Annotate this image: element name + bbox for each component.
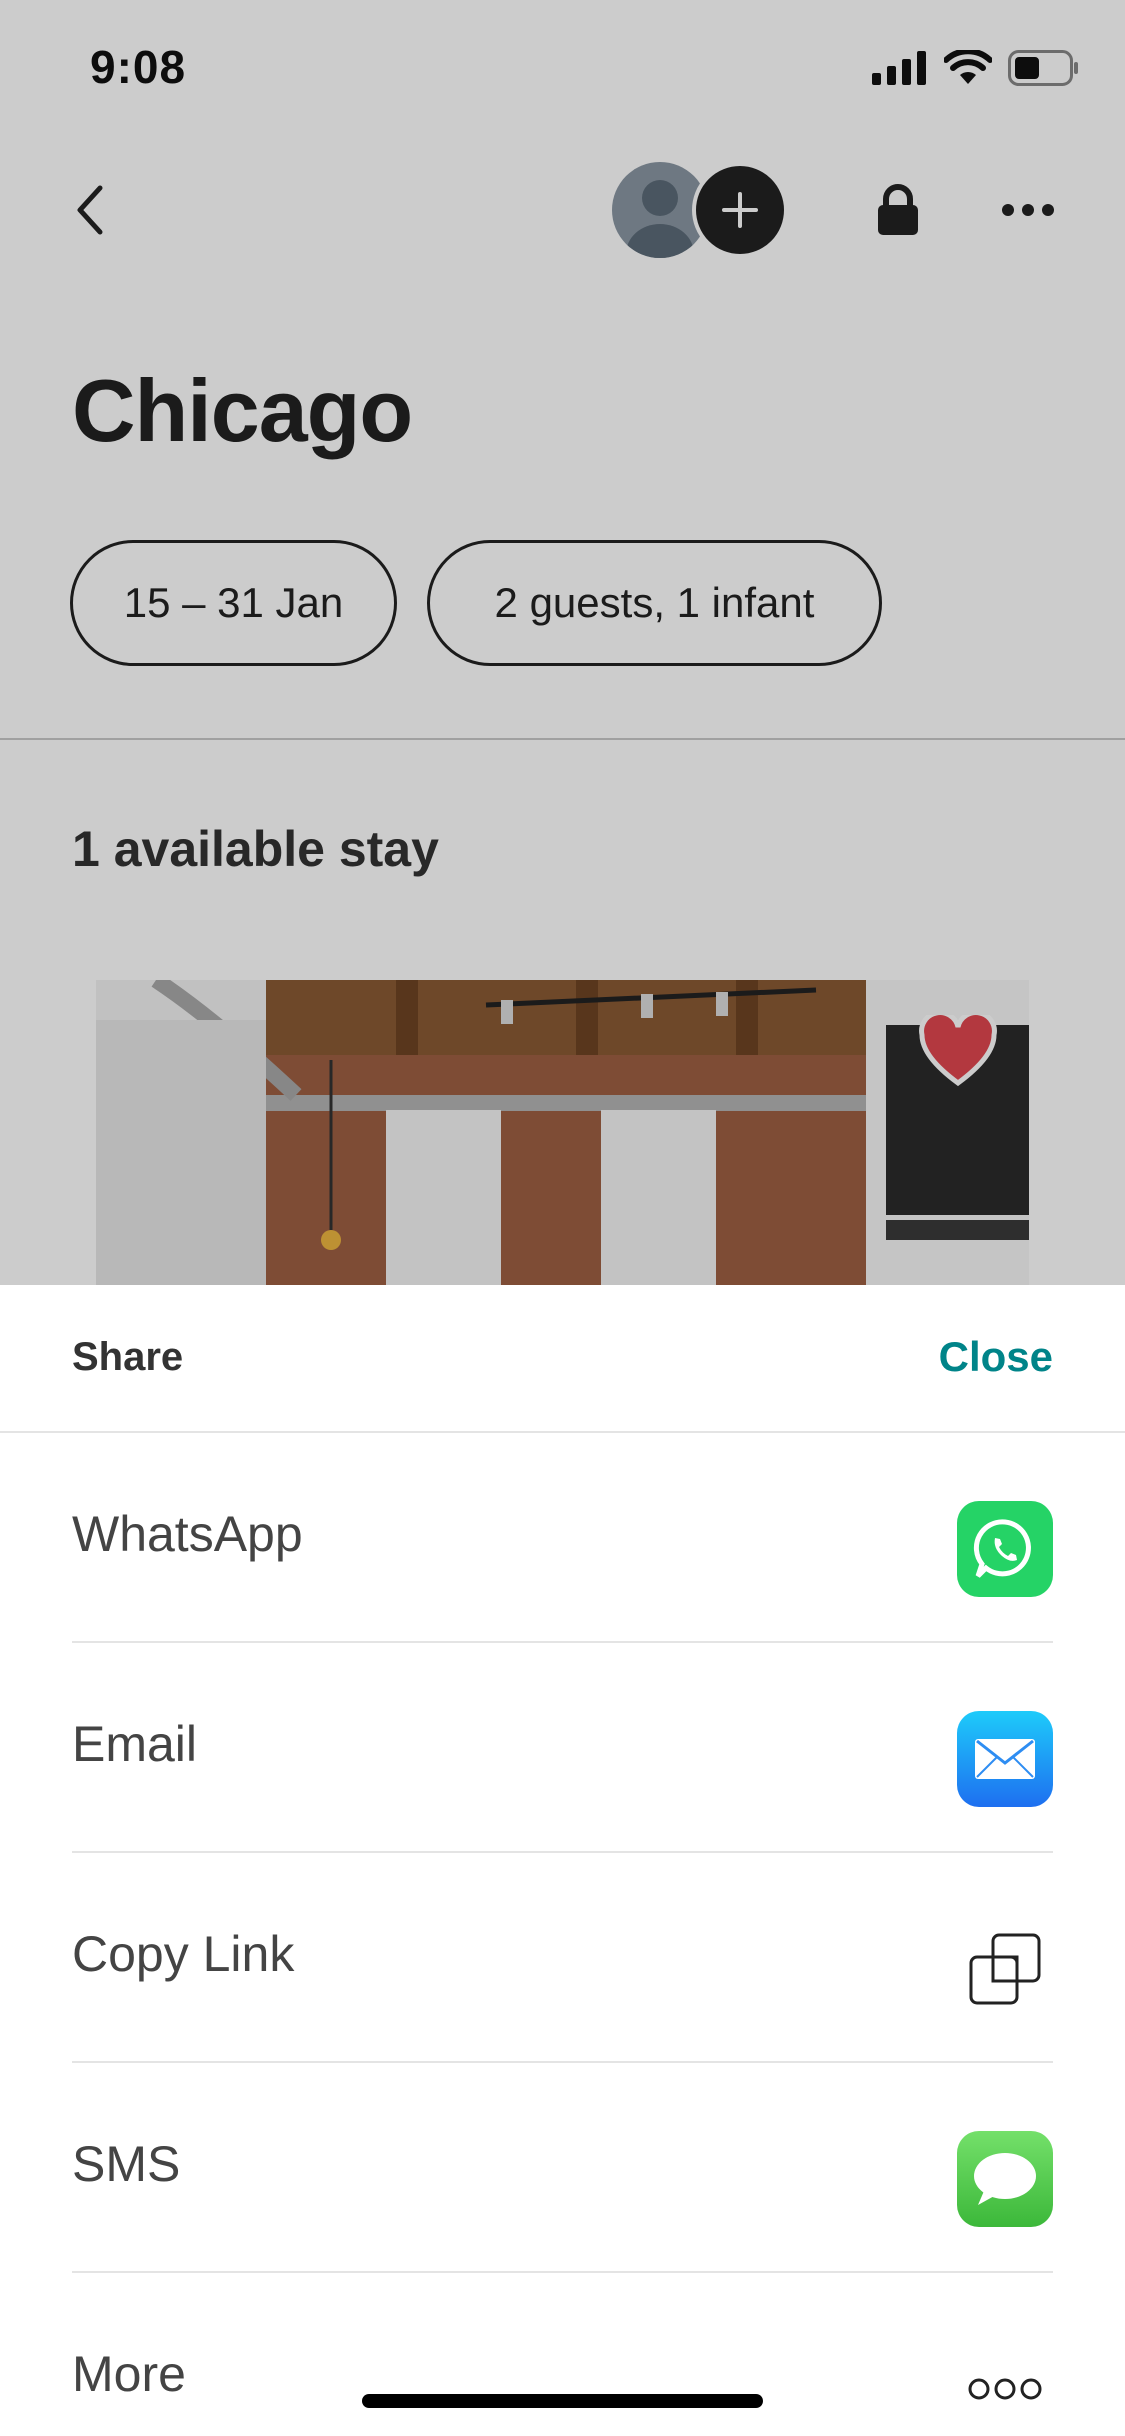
copy-icon [957, 1921, 1053, 2017]
whatsapp-icon [957, 1501, 1053, 1597]
share-option-label: Copy Link [72, 1926, 295, 1982]
message-icon [957, 2131, 1053, 2227]
share-option-copy-link[interactable]: Copy Link [72, 1853, 1053, 2063]
share-sheet-title: Share [72, 1335, 184, 1379]
share-sheet-header: Share Close [0, 1285, 1125, 1433]
share-option-label: More [72, 2346, 186, 2402]
share-option-sms[interactable]: SMS [72, 2063, 1053, 2273]
share-option-more[interactable]: More [72, 2273, 1053, 2436]
home-indicator[interactable] [362, 2394, 763, 2408]
share-option-email[interactable]: Email [72, 1643, 1053, 1853]
share-option-label: WhatsApp [72, 1506, 303, 1562]
share-sheet: Share Close WhatsApp Email Copy Link SMS… [0, 1285, 1125, 2436]
share-option-label: Email [72, 1716, 198, 1772]
more-icon [957, 2341, 1053, 2436]
dim-overlay[interactable] [0, 0, 1125, 1285]
share-option-label: SMS [72, 2136, 181, 2192]
close-button[interactable]: Close [939, 1333, 1053, 1381]
mail-icon [957, 1711, 1053, 1807]
share-option-whatsapp[interactable]: WhatsApp [72, 1433, 1053, 1643]
